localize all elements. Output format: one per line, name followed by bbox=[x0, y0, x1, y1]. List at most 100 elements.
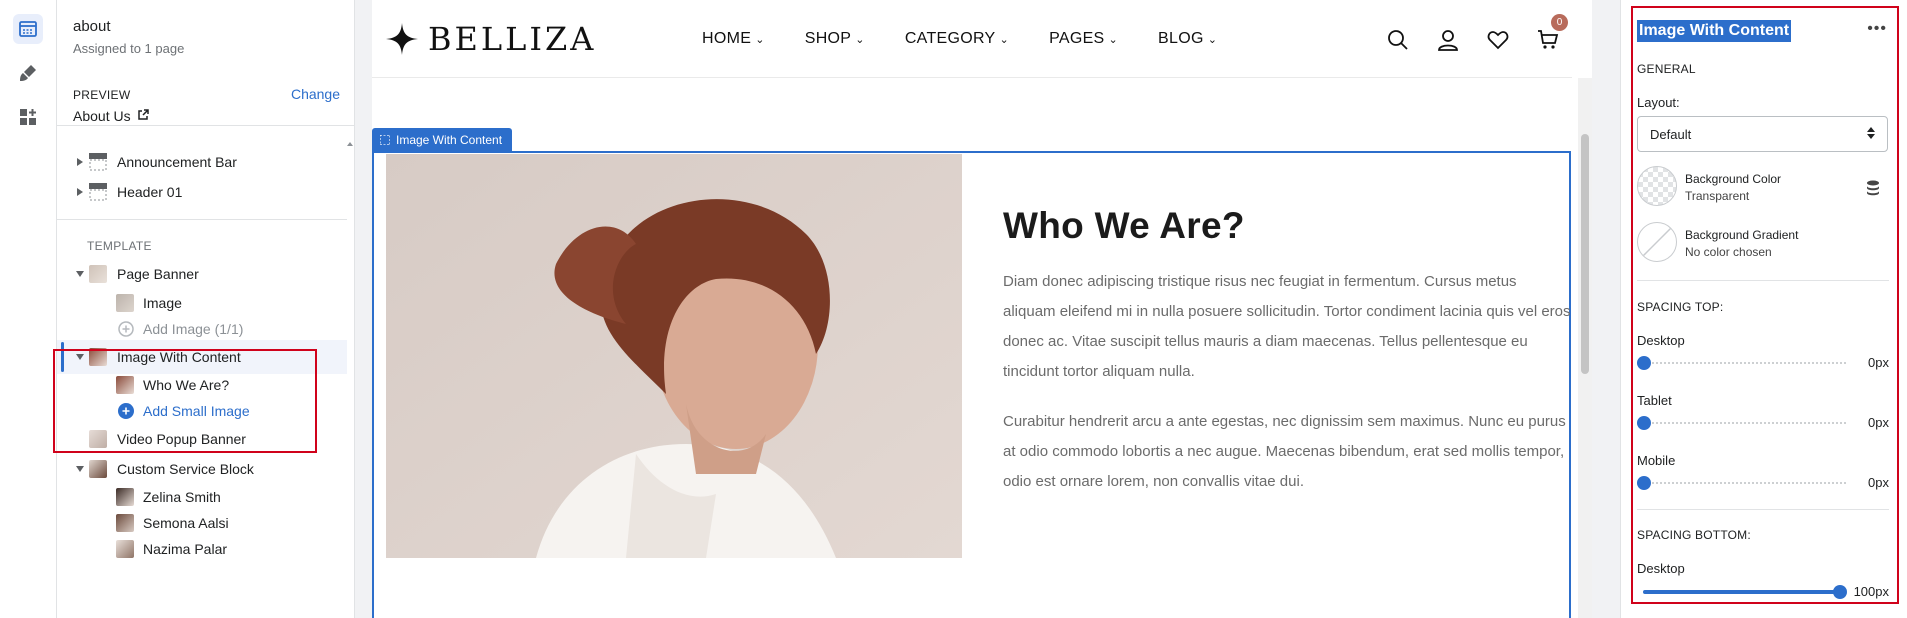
slider-fill bbox=[1643, 590, 1841, 594]
select-arrows-icon bbox=[1867, 126, 1875, 142]
section-layout-icon bbox=[89, 183, 107, 201]
change-preview-link[interactable]: Change bbox=[291, 86, 340, 102]
settings-title: Image With Content bbox=[1637, 20, 1792, 42]
menu-category[interactable]: CATEGORY ⌄ bbox=[905, 30, 1009, 48]
page-header: about Assigned to 1 page bbox=[57, 0, 354, 68]
spacing-bottom-desktop-slider[interactable]: 100px bbox=[1637, 584, 1889, 600]
cart-icon[interactable]: 0 bbox=[1534, 14, 1568, 54]
theme-settings-brush-icon[interactable] bbox=[13, 58, 43, 88]
database-source-icon[interactable] bbox=[1866, 180, 1880, 201]
cart-count-badge: 0 bbox=[1551, 14, 1568, 31]
section-heading: Who We Are? bbox=[1003, 205, 1245, 246]
slider-value: 100px bbox=[1853, 584, 1889, 599]
tree-item-label: Nazima Palar bbox=[143, 541, 228, 557]
slider-value: 0px bbox=[1868, 415, 1889, 430]
desktop-label: Desktop bbox=[1637, 333, 1685, 348]
tree-item-label: Header 01 bbox=[117, 184, 183, 200]
section-sidebar: about Assigned to 1 page PREVIEW Change … bbox=[57, 0, 355, 618]
slider-track bbox=[1643, 482, 1847, 484]
selection-highlight bbox=[53, 349, 317, 453]
spacing-top-mobile-slider[interactable]: 0px bbox=[1637, 475, 1889, 491]
transparent-swatch[interactable] bbox=[1637, 166, 1677, 206]
preview-canvas: BELLIZA HOME ⌄ SHOP ⌄ CATEGORY ⌄ PAGES ⌄ BLO… bbox=[355, 0, 1592, 618]
bg-color-value: Transparent bbox=[1685, 189, 1750, 203]
preview-scroll-thumb[interactable] bbox=[1581, 134, 1589, 374]
section-tag[interactable]: Image With Content bbox=[372, 128, 513, 152]
general-heading: GENERAL bbox=[1637, 62, 1696, 76]
slider-handle[interactable] bbox=[1637, 416, 1651, 430]
caret-right-icon[interactable] bbox=[75, 157, 85, 167]
background-gradient-picker[interactable]: Background Gradient No color chosen bbox=[1637, 222, 1798, 262]
chevron-down-icon: ⌄ bbox=[755, 33, 765, 46]
menu-home[interactable]: HOME ⌄ bbox=[702, 30, 765, 48]
bg-gradient-title: Background Gradient bbox=[1685, 228, 1799, 242]
more-options-icon[interactable]: ••• bbox=[1867, 20, 1887, 38]
preview-scrollbar[interactable] bbox=[1578, 78, 1592, 618]
preview-block: PREVIEW Change About Us bbox=[57, 68, 354, 126]
spacing-top-desktop-slider[interactable]: 0px bbox=[1637, 355, 1889, 371]
person-thumbnail bbox=[116, 514, 134, 532]
menu-blog[interactable]: BLOG ⌄ bbox=[1158, 30, 1217, 48]
theme-editor: about Assigned to 1 page PREVIEW Change … bbox=[0, 0, 1907, 618]
caret-right-icon[interactable] bbox=[75, 187, 85, 197]
wishlist-heart-icon[interactable] bbox=[1484, 26, 1512, 54]
account-icon[interactable] bbox=[1434, 26, 1462, 54]
caret-down-icon[interactable] bbox=[75, 269, 85, 279]
spacing-bottom-heading: SPACING BOTTOM: bbox=[1637, 528, 1751, 542]
slider-handle[interactable] bbox=[1637, 476, 1651, 490]
slider-handle[interactable] bbox=[1833, 585, 1847, 599]
store-preview-frame: BELLIZA HOME ⌄ SHOP ⌄ CATEGORY ⌄ PAGES ⌄ BLO… bbox=[372, 0, 1592, 618]
background-color-picker[interactable]: Background Color Transparent bbox=[1637, 166, 1781, 206]
section-tag-label: Image With Content bbox=[396, 133, 503, 147]
section-drag-icon bbox=[380, 135, 390, 145]
page-assignment: Assigned to 1 page bbox=[73, 41, 185, 56]
slider-track bbox=[1643, 422, 1847, 424]
tree-item-label: Image bbox=[143, 295, 182, 311]
bottom-desktop-label: Desktop bbox=[1637, 561, 1685, 576]
tree-item-header[interactable]: Header 01 bbox=[57, 175, 347, 209]
page-title: about bbox=[73, 18, 111, 35]
tree-item-label: Custom Service Block bbox=[117, 461, 254, 477]
sections-icon[interactable] bbox=[13, 14, 43, 44]
menu-label: SHOP bbox=[804, 30, 852, 47]
main-menu: HOME ⌄ SHOP ⌄ CATEGORY ⌄ PAGES ⌄ BLOG ⌄ bbox=[702, 30, 1257, 48]
sparkle-logo-icon bbox=[386, 23, 418, 55]
tree-item-person[interactable]: Nazima Palar bbox=[57, 532, 347, 566]
section-paragraph-1: Diam donec adipiscing tristique risus ne… bbox=[1003, 273, 1571, 380]
apps-icon[interactable] bbox=[13, 102, 43, 132]
tablet-label: Tablet bbox=[1637, 393, 1672, 408]
search-icon[interactable] bbox=[1384, 26, 1412, 54]
custom-service-thumbnail bbox=[89, 460, 107, 478]
preview-page[interactable]: About Us bbox=[73, 108, 338, 124]
menu-label: HOME bbox=[702, 30, 752, 47]
slider-handle[interactable] bbox=[1637, 356, 1651, 370]
section-paragraph-2: Curabitur hendrerit arcu a ante egestas,… bbox=[1003, 413, 1566, 490]
spacing-top-tablet-slider[interactable]: 0px bbox=[1637, 415, 1889, 431]
tree-item-label: Zelina Smith bbox=[143, 489, 221, 505]
settings-panel: Image With Content ••• GENERAL Layout: D… bbox=[1620, 0, 1907, 618]
store-logo[interactable]: BELLIZA bbox=[386, 20, 596, 58]
menu-pages[interactable]: PAGES ⌄ bbox=[1049, 30, 1118, 48]
sidebar-scrollbar[interactable] bbox=[346, 140, 354, 618]
icon-rail bbox=[0, 0, 57, 618]
menu-shop[interactable]: SHOP ⌄ bbox=[805, 30, 865, 48]
preview-page-name: About Us bbox=[73, 108, 131, 124]
store-header: BELLIZA HOME ⌄ SHOP ⌄ CATEGORY ⌄ PAGES ⌄ BLO… bbox=[372, 0, 1572, 78]
chevron-down-icon: ⌄ bbox=[1108, 33, 1119, 46]
caret-down-icon[interactable] bbox=[75, 464, 85, 474]
panel-divider bbox=[1637, 509, 1889, 510]
template-label: TEMPLATE bbox=[87, 239, 152, 253]
tree-item-announcement-bar[interactable]: Announcement Bar bbox=[57, 145, 347, 179]
tree-item-label: Semona Aalsi bbox=[143, 515, 229, 531]
page-banner-thumbnail bbox=[89, 265, 107, 283]
layout-select[interactable]: Default bbox=[1637, 116, 1888, 152]
external-link-icon[interactable] bbox=[137, 108, 149, 124]
section-layout-icon bbox=[89, 153, 107, 171]
slider-track bbox=[1643, 362, 1847, 364]
logo-text: BELLIZA bbox=[428, 20, 597, 58]
slider-value: 0px bbox=[1868, 355, 1889, 370]
tree-divider bbox=[57, 219, 347, 220]
section-content: Who We Are? Diam donec adipiscing tristi… bbox=[1003, 205, 1573, 497]
person-thumbnail bbox=[116, 488, 134, 506]
empty-gradient-swatch[interactable] bbox=[1637, 222, 1677, 262]
